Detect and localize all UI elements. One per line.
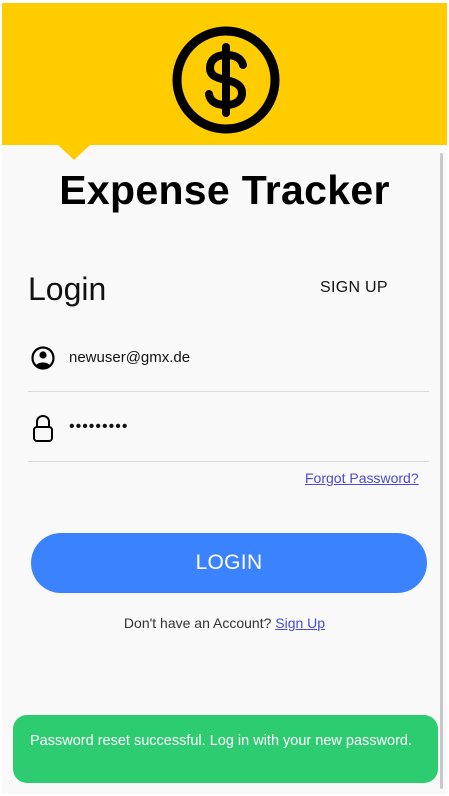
- password-input[interactable]: [69, 415, 419, 439]
- user-circle-icon: [31, 346, 55, 370]
- login-button[interactable]: LOGIN: [31, 533, 427, 593]
- app-screen: Expense Tracker Login SIGN UP Forgot Pas…: [2, 3, 447, 794]
- no-account-text: Don't have an Account?: [123, 615, 272, 631]
- dollar-coin-icon: [172, 26, 280, 134]
- login-heading: Login: [28, 271, 107, 307]
- password-field[interactable]: [28, 393, 429, 462]
- signup-prompt: Don't have an Account? Sign Up: [2, 615, 447, 631]
- signup-link[interactable]: Sign Up: [275, 615, 325, 631]
- header-banner: [2, 3, 447, 145]
- email-input[interactable]: [69, 345, 419, 369]
- success-toast: Password reset successful. Log in with y…: [13, 715, 438, 783]
- lock-icon: [33, 414, 53, 442]
- app-title: Expense Tracker: [59, 167, 390, 213]
- forgot-password-link[interactable]: Forgot Password?: [305, 470, 419, 486]
- signup-tab[interactable]: SIGN UP: [320, 279, 388, 297]
- email-field[interactable]: [28, 323, 429, 392]
- scrollbar[interactable]: [440, 153, 443, 789]
- header-notch: [58, 145, 90, 160]
